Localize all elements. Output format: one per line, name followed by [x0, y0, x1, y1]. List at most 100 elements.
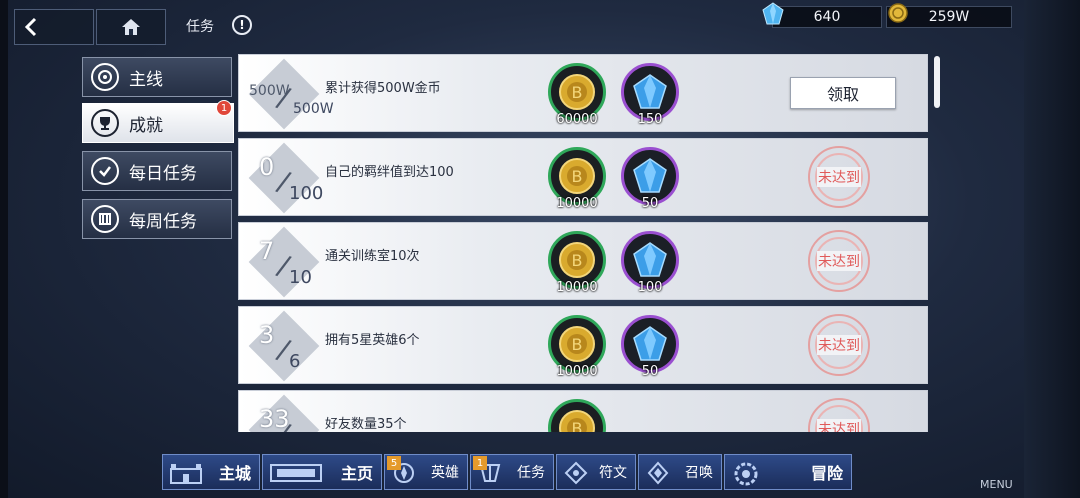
gem-reward: 100	[621, 231, 679, 295]
notification-badge: 1	[216, 100, 232, 116]
right-side-strip	[1024, 0, 1080, 498]
nav-hero[interactable]: 5 英雄	[384, 454, 468, 490]
not-reached-stamp: 未达到	[808, 398, 870, 432]
gold-coin-icon: B	[559, 242, 595, 278]
progress-current: 7	[259, 237, 275, 265]
not-reached-stamp: 未达到	[808, 230, 870, 292]
nav-label: 召唤	[685, 465, 713, 481]
coin-reward: B 60000	[548, 63, 606, 127]
nav-label: 主城	[218, 464, 251, 483]
nav-summon[interactable]: 召唤	[638, 454, 722, 490]
nav-rune[interactable]: 符文	[556, 454, 636, 490]
gem-icon	[633, 74, 667, 109]
sidebar-item-label: 成就	[129, 115, 163, 136]
coin-reward: B 10000	[548, 231, 606, 295]
nav-main-city[interactable]: 主城	[162, 454, 260, 490]
nav-badge: 1	[473, 456, 487, 470]
task-description: 通关训练室10次	[325, 249, 420, 264]
home-icon	[122, 19, 140, 35]
progress-total: 10	[289, 267, 312, 288]
sidebar-item-weekly[interactable]: 每周任务	[82, 199, 232, 239]
nav-task[interactable]: 1 任务	[470, 454, 554, 490]
info-icon[interactable]: !	[232, 15, 252, 35]
task-row: 3 / 6 拥有5星英雄6个 B 10000 50 未达到	[238, 306, 928, 384]
menu-button[interactable]: MENU	[980, 478, 1013, 491]
progress-indicator: 0 / 100	[248, 142, 323, 214]
nav-label: 冒险	[810, 464, 843, 483]
coin-reward: B	[548, 399, 606, 432]
progress-total: 100	[289, 183, 324, 204]
sidebar-item-daily[interactable]: 每日任务	[82, 151, 232, 191]
gem-reward: 150	[621, 63, 679, 127]
home-banner-icon	[270, 464, 322, 482]
home-button[interactable]	[96, 9, 166, 45]
progress-indicator: 7 / 10	[248, 226, 320, 298]
gem-reward: 50	[621, 147, 679, 211]
svg-text:B: B	[572, 251, 583, 270]
gold-count: 259W	[928, 9, 970, 25]
sidebar-item-label: 每周任务	[129, 211, 197, 232]
gold-coin-icon: B	[559, 74, 595, 110]
not-reached-stamp: 未达到	[808, 146, 870, 208]
target-icon	[91, 63, 119, 91]
not-reached-stamp: 未达到	[808, 314, 870, 376]
coin-reward: B 10000	[548, 147, 606, 211]
trophy-icon	[91, 109, 119, 137]
task-description: 自己的羁绊值到达100	[325, 165, 454, 180]
progress-indicator: 3 / 6	[248, 310, 320, 382]
task-description: 累计获得500W金币	[325, 81, 441, 96]
svg-text:B: B	[572, 419, 583, 432]
sidebar-item-label: 主线	[129, 69, 163, 90]
adventure-gear-icon	[734, 462, 758, 486]
back-button[interactable]	[14, 9, 94, 45]
svg-text:B: B	[572, 167, 583, 186]
nav-adventure[interactable]: 冒险	[724, 454, 852, 490]
progress-indicator: 500W / 500W	[248, 58, 334, 130]
page-title: 任务	[186, 19, 214, 35]
reward-quantity: 50	[641, 196, 659, 211]
gem-icon	[633, 158, 667, 193]
stamp-label: 未达到	[817, 251, 861, 271]
progress-total: 6	[289, 351, 301, 372]
sidebar-item-achievement[interactable]: 成就 1	[82, 100, 234, 143]
gem-count: 640	[813, 9, 841, 25]
task-description: 拥有5星英雄6个	[325, 333, 420, 348]
castle-icon	[170, 464, 202, 484]
reward-quantity: 10000	[556, 364, 598, 379]
coin-reward: B 10000	[548, 315, 606, 379]
claim-button[interactable]: 领取	[790, 77, 896, 109]
stamp-label: 未达到	[817, 335, 861, 355]
stamp-label: 未达到	[817, 167, 861, 187]
nav-label: 英雄	[431, 465, 459, 481]
gold-coin-icon: B	[559, 326, 595, 362]
stamp-label: 未达到	[817, 419, 861, 432]
check-icon	[91, 157, 119, 185]
rune-icon	[564, 461, 588, 485]
gold-coin-icon: B	[559, 410, 595, 432]
gem-icon	[633, 242, 667, 277]
progress-indicator: 33 /	[248, 394, 320, 432]
nav-label: 主页	[340, 464, 373, 483]
svg-text:B: B	[572, 335, 583, 354]
screen-edge	[0, 0, 8, 498]
gem-counter: 640	[772, 6, 882, 28]
sidebar-item-label: 每日任务	[129, 163, 197, 184]
scroll-thumb[interactable]	[934, 56, 940, 108]
reward-quantity: 10000	[556, 280, 598, 295]
progress-current: 3	[259, 321, 275, 349]
nav-home[interactable]: 主页	[262, 454, 382, 490]
task-row: 500W / 500W 累计获得500W金币 B 60000 150 领取	[238, 54, 928, 132]
progress-total: 500W	[293, 101, 334, 117]
summon-icon	[647, 461, 669, 485]
calendar-icon	[91, 205, 119, 233]
back-arrow-icon	[24, 17, 37, 37]
nav-badge: 5	[387, 456, 401, 470]
reward-quantity: 100	[637, 280, 663, 295]
task-list-scrollbar[interactable]	[934, 56, 940, 432]
task-list[interactable]: 500W / 500W 累计获得500W金币 B 60000 150 领取 0 …	[238, 54, 930, 432]
bottom-nav: 主城 主页 5 英雄 1 任务 符文 召唤 冒险	[162, 454, 852, 490]
task-row: 7 / 10 通关训练室10次 B 10000 100 未达到	[238, 222, 928, 300]
nav-label: 任务	[517, 465, 545, 481]
gem-icon	[633, 326, 667, 361]
sidebar-item-main[interactable]: 主线	[82, 57, 232, 97]
